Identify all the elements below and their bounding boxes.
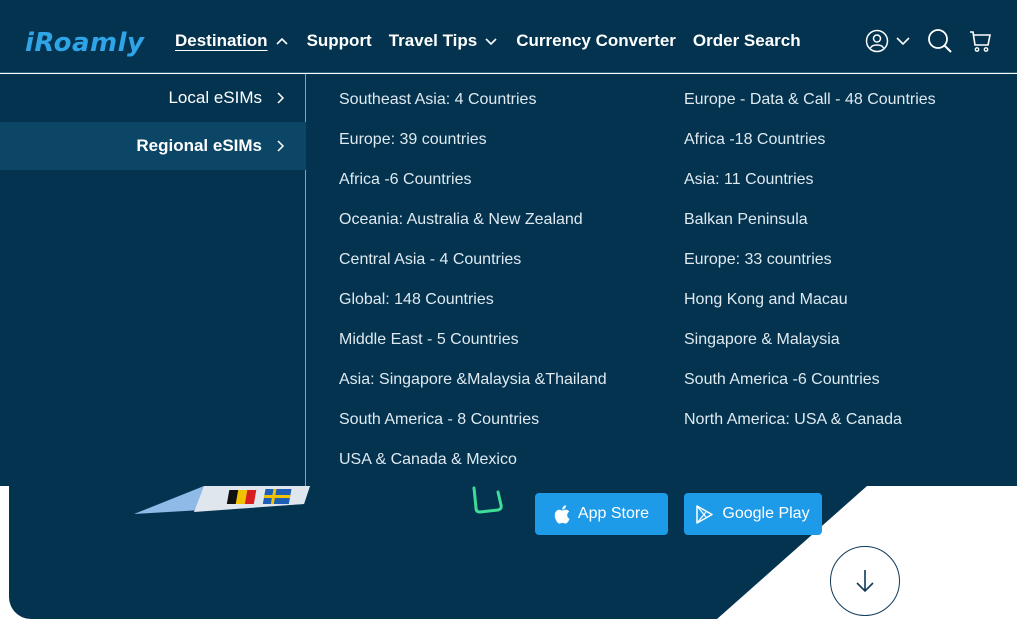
nav-currency-converter[interactable]: Currency Converter: [516, 31, 676, 51]
region-link[interactable]: Southeast Asia: 4 Countries: [339, 91, 536, 109]
menu-category-local-esims[interactable]: Local eSIMs: [0, 74, 306, 122]
region-link[interactable]: Asia: 11 Countries: [684, 171, 814, 189]
chevron-down-icon[interactable]: [895, 33, 911, 49]
nav-destination-label: Destination: [175, 31, 268, 50]
nav-support[interactable]: Support: [307, 31, 372, 51]
region-link[interactable]: Africa -6 Countries: [339, 171, 472, 189]
region-link[interactable]: Asia: Singapore &Malaysia &Thailand: [339, 371, 607, 389]
nav-order-search[interactable]: Order Search: [693, 31, 801, 51]
search-icon[interactable]: [927, 28, 953, 54]
region-link[interactable]: Europe - Data & Call - 48 Countries: [684, 91, 936, 109]
apple-icon: [554, 504, 570, 524]
main-nav: Destination Support Travel Tips Currency…: [175, 31, 818, 51]
app-store-button[interactable]: App Store: [535, 493, 668, 535]
region-link[interactable]: Global: 148 Countries: [339, 291, 494, 309]
chevron-right-icon: [277, 140, 285, 152]
menu-category-label: Local eSIMs: [168, 88, 262, 107]
nav-currency-converter-label: Currency Converter: [516, 31, 676, 50]
user-icon[interactable]: [865, 29, 889, 53]
region-link[interactable]: Singapore & Malaysia: [684, 331, 840, 349]
region-link[interactable]: Middle East - 5 Countries: [339, 331, 519, 349]
site-header: iRoamly Destination Support Travel Tips …: [0, 0, 1017, 73]
google-play-button[interactable]: Google Play: [684, 493, 822, 535]
region-link[interactable]: Hong Kong and Macau: [684, 291, 848, 309]
chevron-right-icon: [277, 92, 285, 104]
region-link[interactable]: Africa -18 Countries: [684, 131, 825, 149]
region-link[interactable]: South America -6 Countries: [684, 371, 880, 389]
menu-category-regional-esims[interactable]: Regional eSIMs: [0, 122, 306, 170]
cart-icon[interactable]: [969, 29, 991, 53]
region-link[interactable]: North America: USA & Canada: [684, 411, 902, 429]
arrow-down-icon: [856, 570, 874, 593]
google-play-icon: [696, 504, 714, 524]
sim-card-illustration: [134, 486, 310, 514]
region-link[interactable]: Balkan Peninsula: [684, 211, 808, 229]
chevron-up-icon: [275, 37, 288, 45]
google-play-label: Google Play: [722, 505, 810, 522]
nav-travel-tips[interactable]: Travel Tips: [389, 31, 500, 51]
decorative-shape-icon: [472, 486, 503, 514]
nav-support-label: Support: [306, 31, 372, 50]
header-actions: [851, 28, 991, 54]
destination-mega-menu: Local eSIMs Regional eSIMs Southeast Asi…: [0, 74, 1017, 486]
nav-destination[interactable]: Destination: [175, 31, 290, 51]
logo[interactable]: iRoamly: [25, 28, 145, 58]
chevron-down-icon: [485, 38, 497, 46]
region-link[interactable]: Oceania: Australia & New Zealand: [339, 211, 583, 229]
region-link[interactable]: South America - 8 Countries: [339, 411, 539, 429]
nav-travel-tips-label: Travel Tips: [388, 31, 478, 50]
nav-order-search-label: Order Search: [692, 31, 801, 50]
menu-categories: Local eSIMs Regional eSIMs: [0, 74, 306, 486]
region-link[interactable]: Europe: 39 countries: [339, 131, 487, 149]
scroll-down-button[interactable]: [830, 546, 900, 616]
region-link[interactable]: USA & Canada & Mexico: [339, 451, 517, 469]
region-link[interactable]: Europe: 33 countries: [684, 251, 832, 269]
menu-category-label: Regional eSIMs: [136, 136, 262, 155]
region-link[interactable]: Central Asia - 4 Countries: [339, 251, 521, 269]
app-store-label: App Store: [577, 505, 650, 522]
